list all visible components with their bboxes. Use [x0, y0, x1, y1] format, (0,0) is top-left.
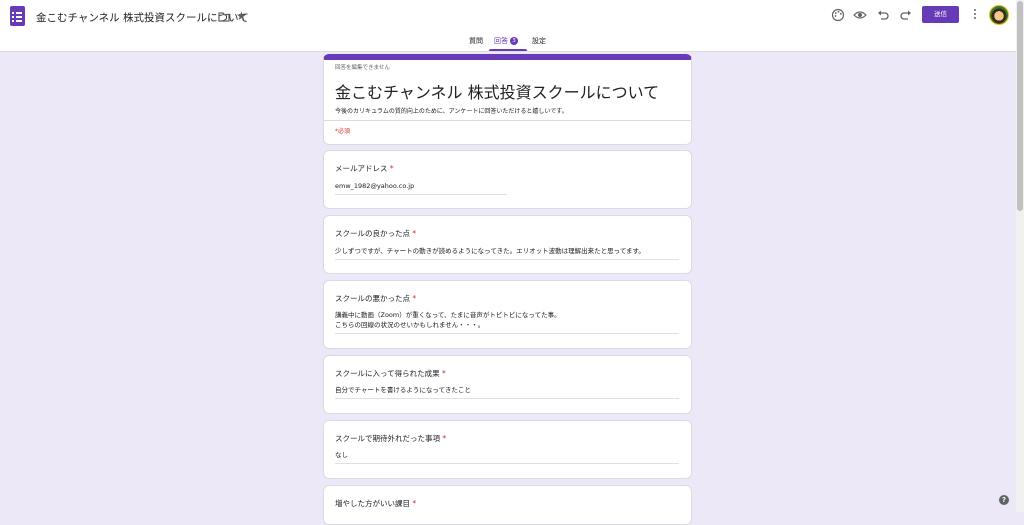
form-header-card: 回答を編集できません 金こむチャンネル 株式投資スクールについて 今後のカリキュ… [323, 54, 692, 145]
more-vert-icon[interactable] [974, 9, 977, 20]
question-label: スクールに入って得られた成果 * [335, 369, 446, 378]
question-card-disappointments: スクールで期待外れだった事項 * なし [323, 420, 692, 479]
edit-disabled-note: 回答を編集できません [335, 65, 390, 71]
question-card-results: スクールに入って得られた成果 * 自分でチャートを書けるようになってきたこと [323, 355, 692, 414]
question-card-email: メールアドレス * emw_1982@yahoo.co.jp [323, 150, 692, 209]
question-label: メールアドレス * [335, 164, 394, 173]
question-label: スクールの悪かった点 * [335, 294, 417, 303]
question-card-bad-points: スクールの悪かった点 * 講義中に動画（Zoom）が重くなって、たまに音声がトビ… [323, 280, 692, 349]
tab-bar: 質問 回答 3 設定 [0, 34, 1016, 51]
answer-line: こちらの回線の状況のせいかもしれません・・・。 [335, 321, 485, 329]
tab-questions[interactable]: 質問 [469, 36, 483, 46]
forms-logo-icon[interactable] [10, 6, 25, 26]
responses-count-badge: 3 [510, 37, 518, 45]
help-icon[interactable]: ? [999, 495, 1009, 505]
answer-field: 少しずつですが、チャートの動きが読めるようになってきた。エリオット波動は理解出来… [335, 246, 679, 260]
active-tab-indicator [489, 49, 527, 51]
question-card-subjects: 増やした方がいい課目 * [323, 485, 692, 525]
question-label: 増やした方がいい課目 * [335, 499, 417, 508]
form-description: 今後のカリキュラムの質的向上のために、アンケートに回答いただけると嬉しいです。 [335, 108, 568, 115]
answer-field: 講義中に動画（Zoom）が重くなって、たまに音声がトビトビになってた事。 こちら… [335, 310, 679, 334]
question-label: スクールの良かった点 * [335, 229, 417, 238]
answer-field: emw_1982@yahoo.co.jp [335, 181, 507, 195]
question-label: スクールで期待外れだった事項 * [335, 434, 447, 443]
preview-eye-icon[interactable] [853, 8, 867, 22]
document-title[interactable]: 金こむチャンネル 株式投資スクールについて [36, 10, 249, 25]
scrollbar[interactable] [1016, 0, 1024, 512]
answer-field: 自分でチャートを書けるようになってきたこと [335, 385, 679, 399]
answer-line: 講義中に動画（Zoom）が重くなって、たまに音声がトビトビになってた事。 [335, 311, 561, 319]
folder-icon[interactable] [218, 11, 230, 22]
form-title: 金こむチャンネル 株式投資スクールについて [335, 83, 660, 102]
avatar[interactable] [989, 5, 1009, 25]
divider [324, 120, 691, 121]
tab-settings[interactable]: 設定 [532, 36, 546, 46]
tab-responses[interactable]: 回答 3 [494, 36, 518, 46]
star-icon[interactable]: ★ [236, 10, 247, 22]
redo-icon[interactable] [899, 8, 913, 22]
top-bar: 金こむチャンネル 株式投資スクールについて ★ 送信 質問 回答 3 設定 [0, 0, 1016, 52]
tab-responses-label: 回答 [494, 37, 508, 45]
answer-field: なし [335, 450, 679, 464]
send-button[interactable]: 送信 [922, 6, 959, 23]
scroll-thumb[interactable] [1017, 1, 1023, 211]
question-card-good-points: スクールの良かった点 * 少しずつですが、チャートの動きが読めるようになってきた… [323, 215, 692, 274]
palette-icon[interactable] [831, 8, 845, 22]
required-note: *必須 [335, 128, 351, 135]
undo-icon[interactable] [876, 8, 890, 22]
